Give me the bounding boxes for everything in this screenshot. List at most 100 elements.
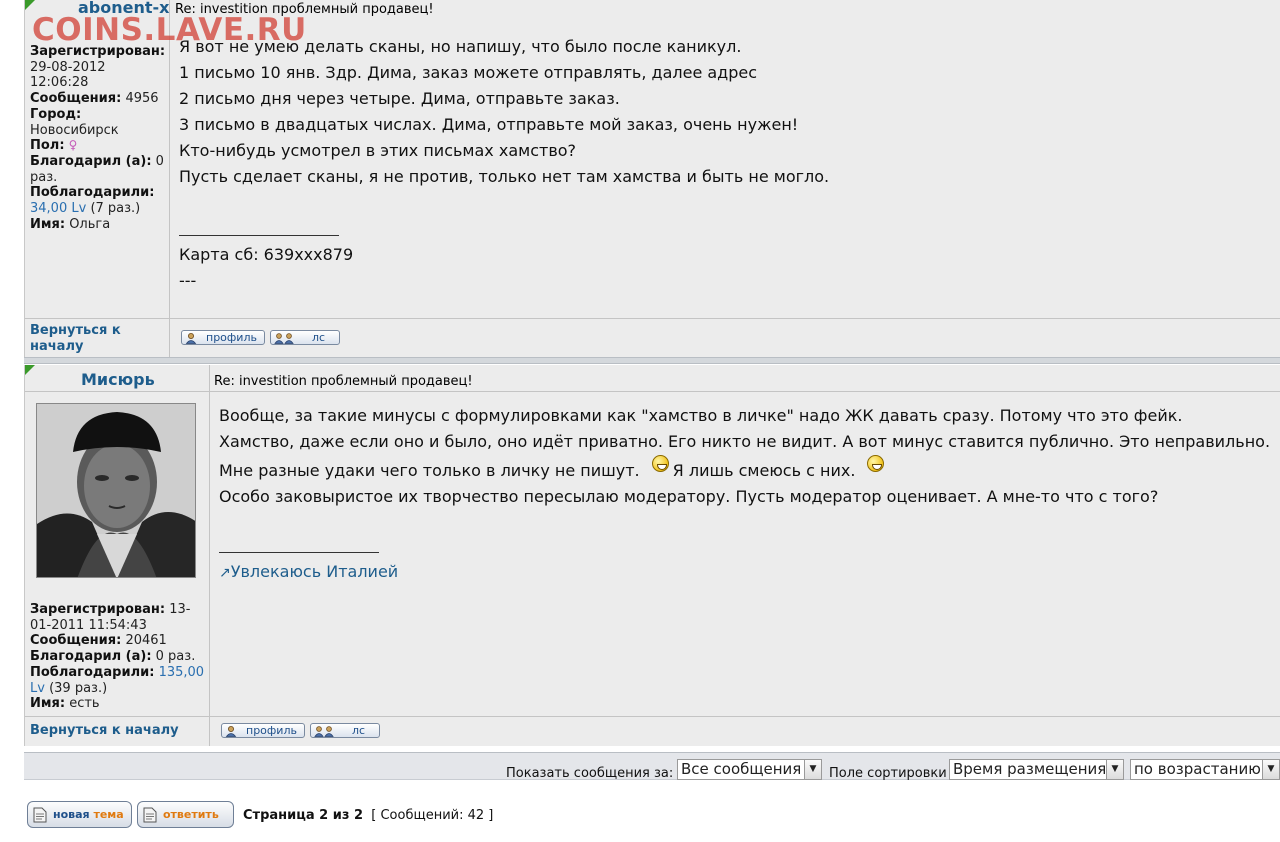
profile-button[interactable]: профиль [181, 330, 265, 345]
back-to-top-line: началу [30, 339, 84, 354]
post-line-with-smiles: Мне разные удаки чего только в личку не … [219, 455, 1270, 484]
signature-line: --- [179, 271, 197, 290]
profile-button[interactable]: профиль [221, 723, 305, 738]
female-icon: ♀ [68, 138, 78, 153]
messages-label: Сообщения: [30, 91, 122, 107]
registered-label: Зарегистрирован: [30, 44, 166, 59]
thanked-label: Благодарил (а): [30, 649, 152, 665]
user-avatar [36, 403, 196, 578]
post-line: Мне разные удаки чего только в личку не … [219, 461, 640, 480]
forum-post: Мисюрь Re: investition проблемный продав… [24, 365, 1280, 746]
private-message-label: лс [311, 331, 326, 344]
forum-post: abonent-x Re: investition проблемный про… [24, 0, 1280, 358]
sort-field-label: Поле сортировки [829, 766, 947, 781]
sort-field-value: Время размещения [953, 760, 1107, 778]
post-author[interactable]: abonent-x [78, 0, 169, 17]
post-subject: Re: investition проблемный продавец! [214, 374, 473, 389]
thanked-by-count: (7 раз.) [90, 201, 141, 217]
show-messages-value: Все сообщения [681, 760, 802, 778]
sort-order-value: по возрастанию [1134, 760, 1261, 778]
sort-field-select[interactable]: Время размещения ▼ [949, 759, 1124, 780]
message-count: [ Сообщений: 42 ] [371, 808, 494, 823]
messages-label: Сообщения: [30, 633, 122, 649]
post-line: 2 письмо дня через четыре. Дима, отправь… [179, 89, 620, 108]
post-line: 1 письмо 10 янв. Здр. Дима, заказ можете… [179, 63, 758, 82]
post-signature: Карта сб: 639xxx879 --- [179, 242, 353, 294]
new-topic-label-1: новая [53, 808, 90, 821]
signature-link[interactable]: ↗Увлекаюсь Италией [219, 559, 398, 586]
show-messages-label: Показать сообщения за: [506, 766, 674, 781]
post-subject: Re: investition проблемный продавец! [175, 2, 434, 17]
row-divider [25, 716, 1280, 717]
signature-divider [219, 552, 379, 553]
private-message-label: лс [351, 724, 366, 737]
private-message-button[interactable]: лс [310, 723, 380, 738]
user-icon [185, 332, 197, 344]
registered-time: 12:06:28 [30, 75, 89, 91]
column-divider [209, 365, 210, 746]
thanked-value: 0 [155, 153, 164, 169]
back-to-top-link[interactable]: Вернуться к началу [30, 323, 121, 355]
city-label: Город: [30, 106, 82, 122]
messages-count: 20461 [125, 633, 167, 649]
gender-label: Пол: [30, 138, 65, 154]
new-topic-button[interactable]: новая тема [27, 801, 132, 828]
reply-label: ответить [163, 808, 219, 821]
registered-date: 29-08-2012 [30, 59, 106, 75]
pagination-info: Страница 2 из 2 [ Сообщений: 42 ] [243, 808, 493, 823]
avatar-photo [37, 404, 195, 577]
thanked-by-label: Поблагодарили: [30, 664, 155, 680]
thanked-by-amount-unit[interactable]: Lv [30, 681, 45, 696]
post-line: 3 письмо в двадцатых числах. Дима, отпра… [179, 115, 799, 134]
thanked-by-amount-link[interactable]: 34,00 Lv [30, 201, 86, 216]
sort-options-bar: Показать сообщения за: Все сообщения ▼ П… [24, 752, 1280, 781]
row-divider [25, 318, 1280, 319]
reply-button[interactable]: ответить [137, 801, 234, 828]
post-line: Особо заковыристое их творчество пересыл… [219, 487, 1159, 506]
thanked-by-label: Поблагодарили: [30, 185, 155, 201]
post-body: Я вот не умею делать сканы, но напишу, ч… [179, 34, 829, 190]
post-line: Хамство, даже если оно и было, оно идёт … [219, 432, 1271, 451]
external-link-icon: ↗ [219, 565, 231, 581]
user-icon [225, 725, 237, 737]
thanked-value: 0 раз. [155, 649, 196, 665]
registered-label: Зарегистрирован: [30, 602, 166, 617]
post-author[interactable]: Мисюрь [81, 370, 155, 389]
new-topic-label-2: тема [93, 808, 124, 821]
signature-divider [179, 235, 339, 236]
profile-button-label: профиль [246, 724, 297, 737]
back-to-top-link[interactable]: Вернуться к началу [30, 723, 179, 739]
thanked-by-count: (39 раз.) [49, 680, 108, 696]
row-divider [25, 391, 1280, 392]
profile-button-label: профиль [206, 331, 257, 344]
post-body: Вообще, за такие минусы с формулировками… [219, 403, 1270, 510]
column-divider [169, 0, 170, 358]
thanked-by-amount-link[interactable]: 135,00 [159, 665, 205, 680]
post-line: Я вот не умею делать сканы, но напишу, ч… [179, 37, 742, 56]
post-separator [24, 357, 1280, 364]
author-info: Зарегистрирован: 13- 01-2011 11:54:43 Со… [30, 602, 208, 712]
users-icon [274, 332, 294, 344]
document-icon [33, 807, 47, 822]
chevron-down-icon: ▼ [804, 760, 821, 779]
page-number: Страница 2 из 2 [243, 808, 363, 823]
show-messages-select[interactable]: Все сообщения ▼ [677, 759, 822, 780]
post-corner-marker [25, 0, 35, 10]
name-value: Ольга [69, 216, 111, 232]
messages-count: 4956 [125, 91, 159, 107]
back-to-top-line: Вернуться к [30, 323, 121, 338]
city-value: Новосибирск [30, 122, 119, 138]
users-icon [314, 725, 334, 737]
laughing-smiley-icon [867, 455, 885, 472]
laughing-smiley-icon [651, 455, 669, 472]
author-info: Зарегистрирован: 29-08-2012 12:06:28 Соо… [30, 44, 168, 232]
thanked-unit: раз. [30, 169, 58, 185]
post-line: Вообще, за такие минусы с формулировками… [219, 406, 1183, 425]
chevron-down-icon: ▼ [1106, 760, 1123, 779]
name-label: Имя: [30, 696, 66, 712]
sort-order-select[interactable]: по возрастанию ▼ [1130, 759, 1280, 780]
registered-time: 01-2011 11:54:43 [30, 617, 147, 633]
signature-link-label: Увлекаюсь Италией [230, 562, 399, 581]
private-message-button[interactable]: лс [270, 330, 340, 345]
chevron-down-icon: ▼ [1262, 760, 1279, 779]
